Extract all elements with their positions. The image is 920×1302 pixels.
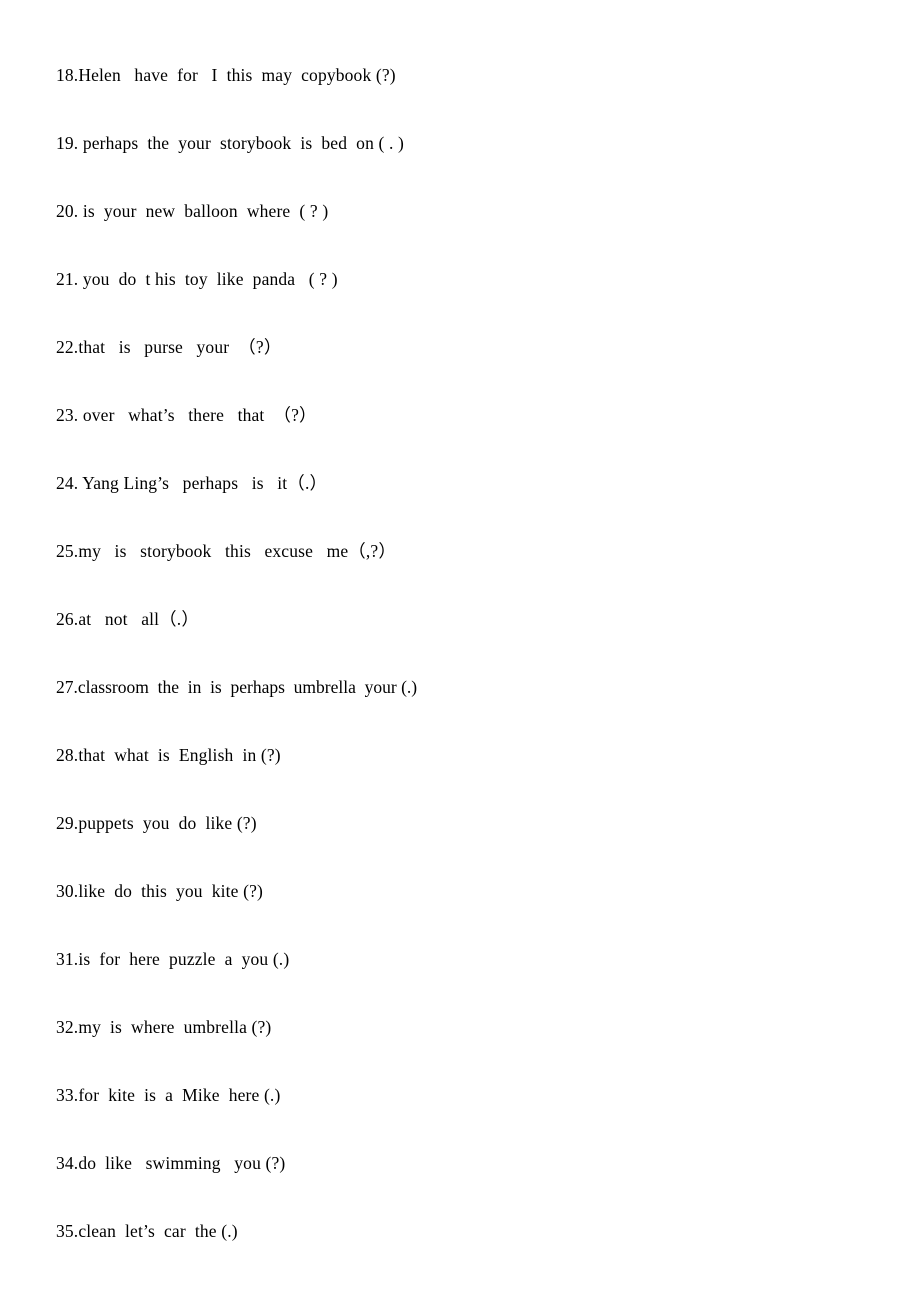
exercise-item: 32.my is where umbrella (?): [56, 1017, 272, 1037]
document-page: 18.Helen have for I this may copybook (?…: [0, 0, 920, 1302]
exercise-item: 25.my is storybook this excuse me（,?）: [56, 541, 397, 561]
exercise-item: 30.like do this you kite (?): [56, 881, 263, 901]
exercise-item: 27.classroom the in is perhaps umbrella …: [56, 677, 418, 697]
exercise-item: 20. is your new balloon where ( ? ): [56, 201, 329, 221]
exercise-item: 23. over what’s there that （?）: [56, 405, 317, 425]
exercise-item: 29.puppets you do like (?): [56, 813, 257, 833]
exercise-item: 34.do like swimming you (?): [56, 1153, 286, 1173]
exercise-item: 35.clean let’s car the (.): [56, 1221, 238, 1241]
exercise-item: 22.that is purse your （?）: [56, 337, 282, 357]
exercise-item: 24. Yang Ling’s perhaps is it（.）: [56, 473, 328, 493]
exercise-item: 18.Helen have for I this may copybook (?…: [56, 65, 396, 85]
exercise-item: 28.that what is English in (?): [56, 745, 281, 765]
exercise-item: 19. perhaps the your storybook is bed on…: [56, 133, 405, 153]
exercise-item: 33.for kite is a Mike here (.): [56, 1085, 281, 1105]
exercise-item: 26.at not all（.）: [56, 609, 199, 629]
exercise-item: 21. you do t his toy like panda ( ? ): [56, 269, 338, 289]
exercise-item: 31.is for here puzzle a you (.): [56, 949, 290, 969]
exercise-list: 18.Helen have for I this may copybook (?…: [56, 60, 876, 1284]
